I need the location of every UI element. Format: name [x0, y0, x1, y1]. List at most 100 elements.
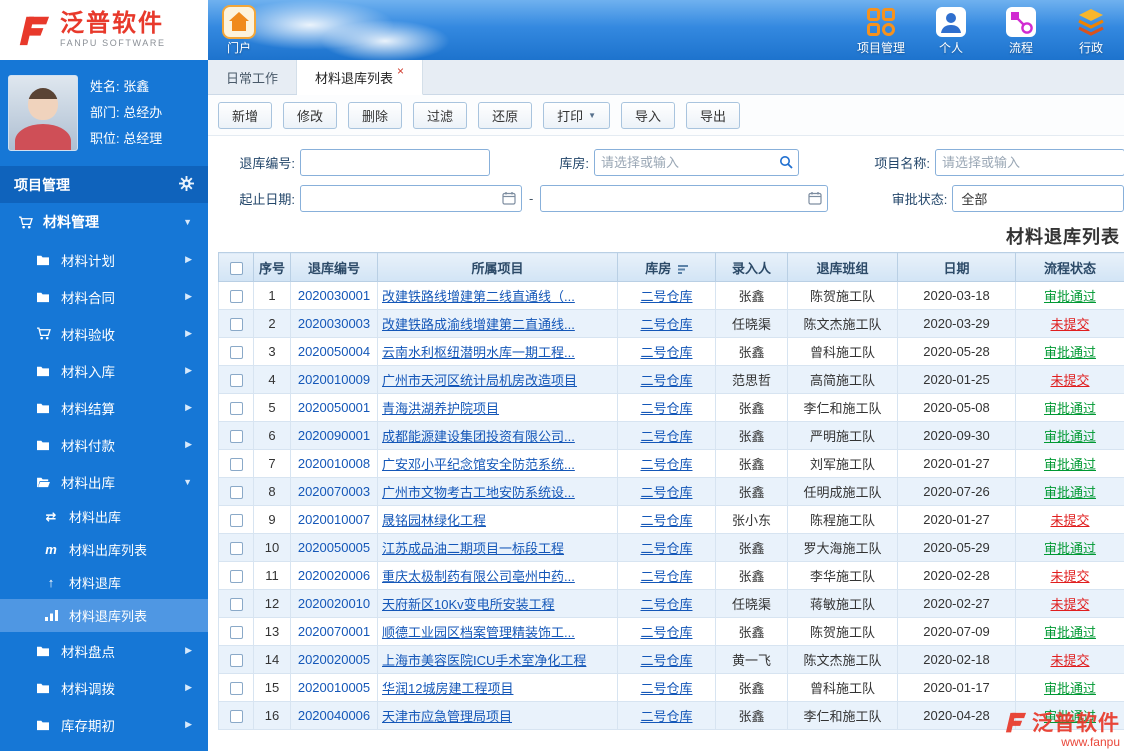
return-id-link[interactable]: 2020090001 [298, 428, 370, 443]
status-link[interactable]: 审批通过 [1044, 457, 1096, 472]
return-id-link[interactable]: 2020070003 [298, 484, 370, 499]
nav-administration[interactable]: 行政 [1066, 5, 1116, 56]
edit-button[interactable]: 修改 [283, 101, 338, 129]
calendar-icon[interactable] [808, 191, 822, 205]
project-link[interactable]: 顺德工业园区档案管理精装饰工... [382, 625, 575, 640]
row-checkbox[interactable] [229, 430, 243, 444]
tab-daily-work[interactable]: 日常工作 [208, 60, 298, 94]
sidebar-item-material-inbound[interactable]: 材料入库 ▶ [0, 352, 208, 389]
sidebar-section-header[interactable]: 项目管理 [0, 166, 208, 203]
import-button[interactable]: 导入 [621, 101, 676, 129]
status-link[interactable]: 审批通过 [1044, 345, 1096, 360]
status-link[interactable]: 未提交 [1050, 513, 1089, 528]
return-id-link[interactable]: 2020020010 [298, 596, 370, 611]
column-header[interactable]: 退库编号 [290, 252, 378, 282]
row-checkbox[interactable] [229, 514, 243, 528]
row-checkbox[interactable] [229, 654, 243, 668]
column-header[interactable]: 所属项目 [377, 252, 618, 282]
project-link[interactable]: 改建铁路线增建第二线直通线（... [382, 289, 575, 304]
select-all-checkbox[interactable] [229, 261, 243, 275]
approval-status-select[interactable]: 全部 [952, 184, 1124, 212]
tab-close-icon[interactable]: × [397, 64, 404, 78]
row-checkbox[interactable] [229, 402, 243, 416]
status-link[interactable]: 未提交 [1050, 597, 1089, 612]
return-id-link[interactable]: 2020040006 [298, 708, 370, 723]
project-link[interactable]: 广安邓小平纪念馆安全防范系统... [382, 457, 575, 472]
warehouse-link[interactable]: 二号仓库 [640, 541, 692, 556]
warehouse-link[interactable]: 二号仓库 [640, 485, 692, 500]
return-id-link[interactable]: 2020010007 [298, 512, 370, 527]
sidebar-item-material-return[interactable]: ↑ 材料退库 [0, 566, 208, 599]
row-checkbox[interactable] [229, 626, 243, 640]
status-link[interactable]: 未提交 [1050, 569, 1089, 584]
warehouse-link[interactable]: 二号仓库 [640, 653, 692, 668]
return-id-link[interactable]: 2020030003 [298, 316, 370, 331]
project-link[interactable]: 广州市天河区统计局机房改造项目 [382, 373, 577, 388]
warehouse-link[interactable]: 二号仓库 [640, 345, 692, 360]
status-link[interactable]: 未提交 [1050, 317, 1089, 332]
project-link[interactable]: 成都能源建设集团投资有限公司... [382, 429, 575, 444]
project-name-input[interactable] [935, 148, 1124, 176]
return-id-link[interactable]: 2020010009 [298, 372, 370, 387]
warehouse-link[interactable]: 二号仓库 [640, 597, 692, 612]
row-checkbox[interactable] [229, 290, 243, 304]
return-id-link[interactable]: 2020010005 [298, 680, 370, 695]
print-button[interactable]: 打印 ▼ [543, 101, 611, 129]
sidebar-item-material-transfer[interactable]: 材料调拨 ▶ [0, 669, 208, 706]
sidebar-item-material-outbound[interactable]: ⇄ 材料出库 [0, 500, 208, 533]
restore-button[interactable]: 还原 [478, 101, 533, 129]
sidebar-item-material-outbound-list[interactable]: m 材料出库列表 [0, 533, 208, 566]
column-header[interactable]: 退库班组 [787, 252, 898, 282]
project-link[interactable]: 云南水利枢纽潜明水库一期工程... [382, 345, 575, 360]
row-checkbox[interactable] [229, 318, 243, 332]
row-checkbox[interactable] [229, 682, 243, 696]
warehouse-link[interactable]: 二号仓库 [640, 513, 692, 528]
header-select-all[interactable] [218, 252, 254, 282]
status-link[interactable]: 审批通过 [1044, 681, 1096, 696]
filter-button[interactable]: 过滤 [413, 101, 468, 129]
column-header[interactable]: 录入人 [715, 252, 788, 282]
gear-icon[interactable] [179, 175, 194, 194]
row-checkbox[interactable] [229, 598, 243, 612]
row-checkbox[interactable] [229, 374, 243, 388]
return-id-link[interactable]: 2020020006 [298, 568, 370, 583]
sidebar-item-material-plan[interactable]: 材料计划 ▶ [0, 241, 208, 278]
warehouse-link[interactable]: 二号仓库 [640, 317, 692, 332]
warehouse-link[interactable]: 二号仓库 [640, 625, 692, 640]
delete-button[interactable]: 删除 [348, 101, 403, 129]
sidebar-item-material-acceptance[interactable]: 材料验收 ▶ [0, 315, 208, 352]
row-checkbox[interactable] [229, 542, 243, 556]
column-header[interactable]: 日期 [897, 252, 1016, 282]
warehouse-link[interactable]: 二号仓库 [640, 289, 692, 304]
status-link[interactable]: 未提交 [1050, 653, 1089, 668]
warehouse-link[interactable]: 二号仓库 [640, 457, 692, 472]
nav-portal[interactable]: 门户 [216, 4, 262, 56]
sidebar-item-material-return-list[interactable]: 材料退库列表 [0, 599, 208, 632]
sidebar-item-material-payment[interactable]: 材料付款 ▶ [0, 426, 208, 463]
warehouse-link[interactable]: 二号仓库 [640, 401, 692, 416]
row-checkbox[interactable] [229, 486, 243, 500]
row-checkbox[interactable] [229, 710, 243, 724]
row-checkbox[interactable] [229, 570, 243, 584]
warehouse-input[interactable] [594, 148, 799, 176]
tab-material-return-list[interactable]: 材料退库列表 × [297, 60, 424, 95]
return-id-link[interactable]: 2020020005 [298, 652, 370, 667]
return-id-link[interactable]: 2020070001 [298, 624, 370, 639]
warehouse-link[interactable]: 二号仓库 [640, 569, 692, 584]
search-icon[interactable] [779, 155, 793, 169]
nav-project-management[interactable]: 项目管理 [856, 5, 906, 56]
status-link[interactable]: 审批通过 [1044, 289, 1096, 304]
status-link[interactable]: 审批通过 [1044, 709, 1096, 724]
return-id-link[interactable]: 2020030001 [298, 288, 370, 303]
nav-personal[interactable]: 个人 [926, 5, 976, 56]
sidebar-item-material-settlement[interactable]: 材料结算 ▶ [0, 389, 208, 426]
return-id-input[interactable] [300, 148, 490, 176]
status-link[interactable]: 审批通过 [1044, 429, 1096, 444]
calendar-icon[interactable] [502, 191, 516, 205]
project-link[interactable]: 江苏成品油二期项目一标段工程 [382, 541, 564, 556]
sidebar-item-material-outbound-group[interactable]: 材料出库 ▼ [0, 463, 208, 500]
warehouse-link[interactable]: 二号仓库 [640, 373, 692, 388]
return-id-link[interactable]: 2020050005 [298, 540, 370, 555]
status-link[interactable]: 审批通过 [1044, 401, 1096, 416]
status-link[interactable]: 审批通过 [1044, 485, 1096, 500]
